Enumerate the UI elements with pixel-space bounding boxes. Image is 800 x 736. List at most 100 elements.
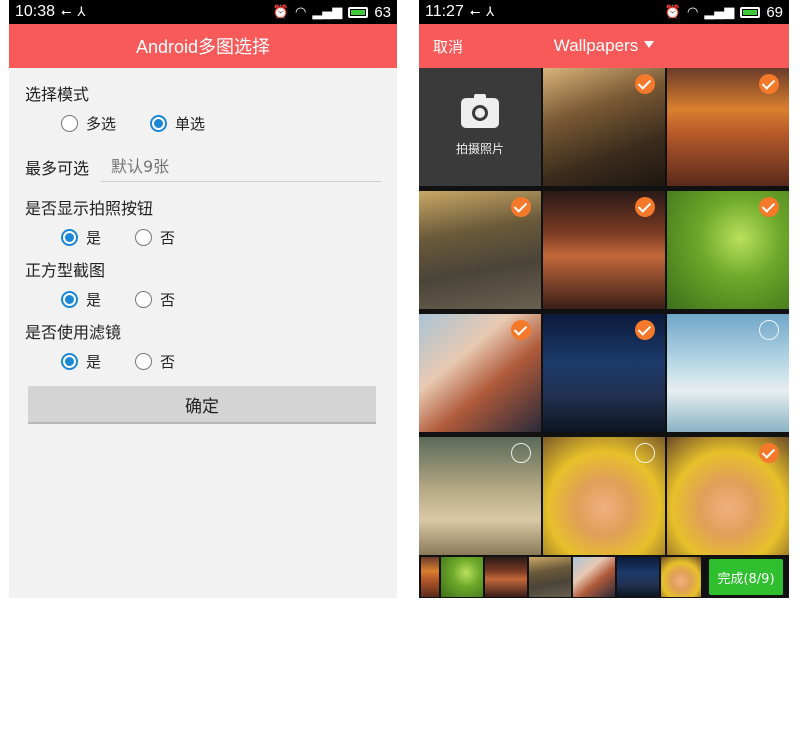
image-picker-screen: 11:27 ⭠ ⅄ ⏰ ◠ ▂▄▆ 69 取消 Wallpapers 拍摄照片 [419,0,789,598]
radio-label: 多选 [86,114,117,133]
photo-check-icon[interactable] [635,443,655,463]
mode-single-radio[interactable]: 单选 [150,113,205,134]
radio-circle [61,114,78,132]
signal-icon: ▂▄▆ [312,4,343,20]
app-title: Android多图选择 [135,37,271,57]
selected-thumbnail[interactable] [617,557,659,597]
confirm-button[interactable]: 确定 [28,386,376,424]
signal-icon: ▂▄▆ [704,4,735,20]
max-select-input[interactable] [101,152,381,182]
debug-icon: ⅄ [486,4,495,20]
selected-thumbnail[interactable] [529,557,571,597]
photo-check-icon[interactable] [759,197,779,217]
wifi-icon: ◠ [686,4,699,20]
radio-circle-checked [150,114,168,132]
photo-tile[interactable] [543,437,665,555]
battery-level: 69 [766,3,783,21]
square-crop-yes-radio[interactable]: 是 [61,289,101,310]
radio-circle [135,290,153,308]
photo-check-icon[interactable] [635,197,655,217]
photo-check-icon[interactable] [759,443,779,463]
show-camera-yes-radio[interactable]: 是 [61,227,101,248]
use-filter-no-radio[interactable]: 否 [135,351,175,372]
max-select-label: 最多可选 [25,159,90,178]
photo-check-icon[interactable] [635,320,655,340]
photo-check-icon[interactable] [635,74,655,94]
album-selector[interactable]: Wallpapers [553,36,655,55]
photo-check-icon[interactable] [511,197,531,217]
battery-level: 63 [374,3,391,21]
radio-label: 是 [86,352,102,371]
photo-tile[interactable] [543,68,665,186]
radio-label: 否 [160,228,176,247]
photo-tile[interactable] [419,314,541,432]
done-button[interactable]: 完成(8/9) [709,559,783,595]
take-photo-tile[interactable]: 拍摄照片 [419,68,541,186]
radio-label: 单选 [175,114,206,133]
usb-icon: ⭠ [469,4,481,20]
photo-tile[interactable] [667,191,789,309]
mode-multi-radio[interactable]: 多选 [61,113,116,134]
album-selector-wrap: Wallpapers [419,36,789,56]
alarm-icon: ⏰ [664,4,681,20]
status-bar: 10:38 ⭠ ⅄ ⏰ ◠ ▂▄▆ 63 [9,0,397,24]
debug-icon: ⅄ [77,4,86,20]
photo-tile[interactable] [543,314,665,432]
photo-check-icon[interactable] [511,443,531,463]
selected-thumbnail[interactable] [661,557,701,597]
wifi-icon: ◠ [294,4,307,20]
settings-screen: 10:38 ⭠ ⅄ ⏰ ◠ ▂▄▆ 63 Android多图选择 选择模式 多选… [9,0,397,598]
selected-thumbnail-strip: 完成(8/9) [419,556,789,598]
mode-label: 选择模式 [25,85,90,104]
selected-thumbnail[interactable] [573,557,615,597]
show-camera-no-radio[interactable]: 否 [135,227,175,248]
radio-circle-checked [61,228,78,246]
square-crop-radio-group: 是 否 [25,286,381,312]
caret-down-icon [644,41,655,48]
photo-tile[interactable] [667,68,789,186]
status-bar: 11:27 ⭠ ⅄ ⏰ ◠ ▂▄▆ 69 [419,0,789,24]
selected-thumbnail[interactable] [421,557,439,597]
battery-icon [740,6,761,18]
photo-check-icon[interactable] [759,74,779,94]
radio-circle [135,352,153,370]
take-photo-label: 拍摄照片 [455,141,504,156]
status-time: 10:38 [15,3,56,20]
radio-label: 否 [160,290,176,309]
radio-circle [135,228,153,246]
photo-tile[interactable] [419,437,541,555]
square-crop-label: 正方型截图 [25,261,106,280]
selected-thumbnail[interactable] [441,557,483,597]
photo-check-icon[interactable] [511,320,531,340]
photo-tile[interactable] [667,314,789,432]
picker-title-bar: 取消 Wallpapers [419,24,789,68]
use-filter-label: 是否使用滤镜 [25,323,122,342]
max-select-row: 最多可选 [25,150,381,184]
radio-circle-checked [61,290,78,308]
radio-label: 是 [86,290,102,309]
options-form: 选择模式 多选 单选 最多可选 是否显示拍照按钮 是 否 [9,68,397,424]
photo-tile[interactable] [667,437,789,555]
usb-icon: ⭠ [61,4,72,20]
use-filter-yes-radio[interactable]: 是 [61,351,101,372]
radio-label: 否 [160,352,176,371]
alarm-icon: ⏰ [272,4,289,20]
camera-icon [461,93,499,128]
photo-tile[interactable] [543,191,665,309]
selected-thumbnail[interactable] [485,557,527,597]
album-name: Wallpapers [553,36,639,55]
square-crop-no-radio[interactable]: 否 [135,289,175,310]
photo-check-icon[interactable] [759,320,779,340]
cancel-button[interactable]: 取消 [433,36,463,57]
photo-grid: 拍摄照片 [419,68,789,555]
show-camera-radio-group: 是 否 [25,224,381,250]
battery-icon [348,6,369,18]
show-camera-label: 是否显示拍照按钮 [25,199,154,218]
radio-circle-checked [61,352,78,370]
mode-radio-group: 多选 单选 [25,110,381,136]
use-filter-radio-group: 是 否 [25,348,381,374]
radio-label: 是 [86,228,102,247]
app-title-bar: Android多图选择 [9,24,397,68]
photo-tile[interactable] [419,191,541,309]
status-time: 11:27 [425,3,464,20]
